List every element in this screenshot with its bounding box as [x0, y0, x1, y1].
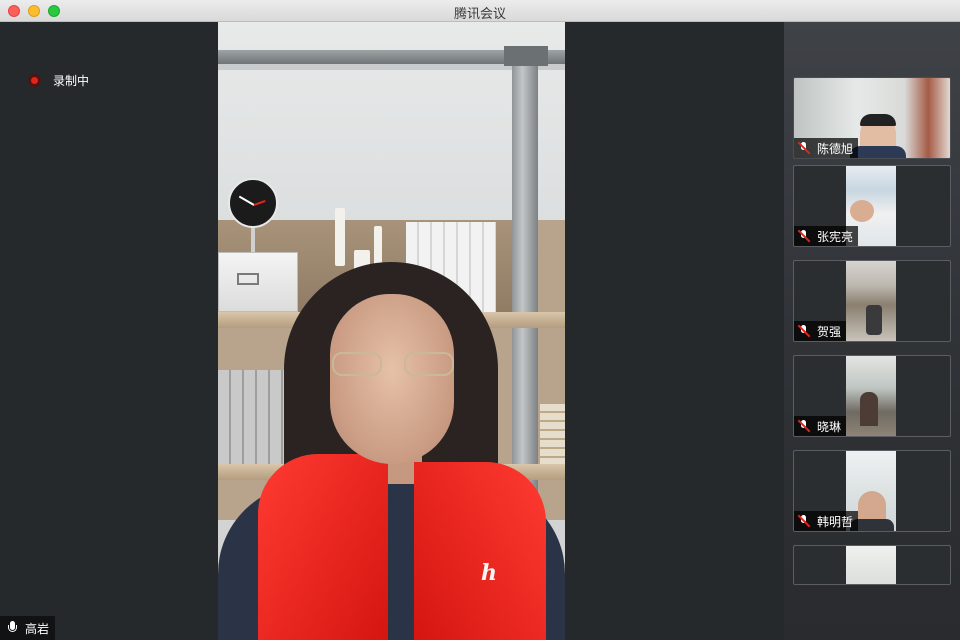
window-title: 腾讯会议 [453, 7, 506, 22]
participant-tile[interactable]: 陈德旭 [793, 77, 951, 159]
participant-video [846, 356, 896, 436]
participant-name: 韩明哲 [817, 514, 854, 529]
muted-mic-icon [797, 419, 811, 433]
participant-tile[interactable]: 晓琳 [793, 355, 951, 437]
participant-name: 张宪亮 [817, 229, 854, 244]
muted-mic-icon [797, 229, 811, 243]
record-icon [28, 74, 41, 87]
self-name-tag: 高岩 [0, 616, 56, 640]
muted-mic-icon [797, 514, 811, 528]
self-name: 高岩 [25, 621, 50, 636]
participant-tile[interactable]: 贺强 [793, 260, 951, 342]
participant-name: 晓琳 [817, 419, 842, 434]
microphone-icon[interactable] [6, 621, 20, 635]
muted-mic-icon [797, 324, 811, 338]
recording-label: 录制中 [53, 74, 90, 88]
clock-image [228, 178, 278, 228]
meeting-stage: 录制中 h [0, 22, 784, 640]
participant-tile[interactable]: 韩明哲 [793, 450, 951, 532]
participant-gallery: 陈德旭 张宪亮 贺强 晓琳 韩明哲 [784, 22, 960, 640]
participant-tile[interactable]: 张宪亮 [793, 165, 951, 247]
participant-tile[interactable] [793, 545, 951, 585]
participant-video [846, 546, 896, 584]
participant-name-tag: 张宪亮 [794, 226, 859, 246]
storage-box-image [218, 252, 298, 312]
active-speaker-video[interactable]: h [218, 22, 565, 640]
window-titlebar: 腾讯会议 [0, 0, 960, 22]
speaker-face [330, 294, 454, 464]
participant-name: 贺强 [817, 324, 842, 339]
participant-name: 陈德旭 [817, 141, 854, 156]
participant-video [846, 261, 896, 341]
participant-name-tag: 陈德旭 [794, 138, 859, 158]
recording-indicator[interactable]: 录制中 [28, 72, 89, 89]
participant-name-tag: 韩明哲 [794, 511, 859, 531]
participant-name-tag: 晓琳 [794, 416, 847, 436]
participant-name-tag: 贺强 [794, 321, 847, 341]
vest-logo: h [481, 560, 497, 586]
muted-mic-icon [797, 141, 811, 155]
